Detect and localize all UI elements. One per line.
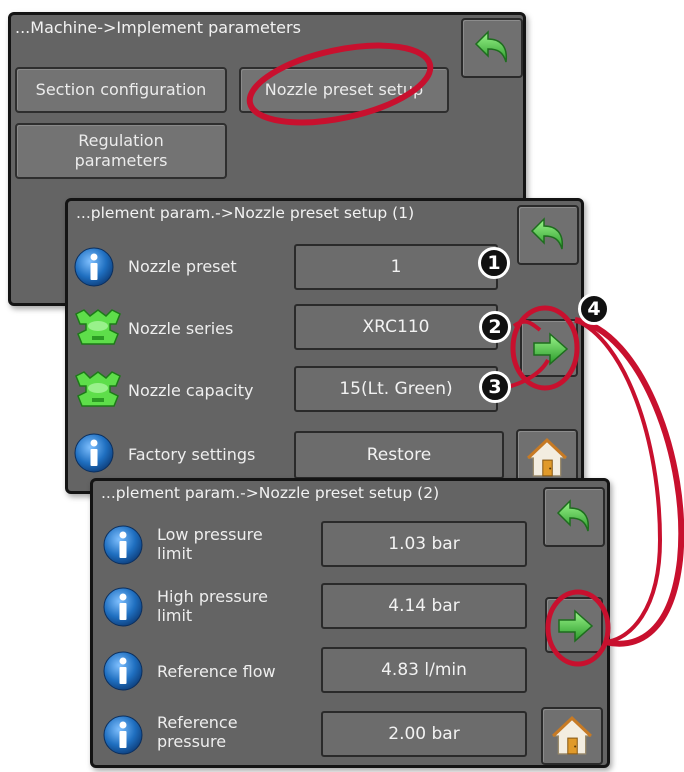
right-arrow-icon <box>555 606 595 646</box>
callout-badge-1: 1 <box>478 247 510 279</box>
nozzle-preset-setup-1-panel: ...plement param.->Nozzle preset setup (… <box>65 198 584 494</box>
panel-title: ...plement param.->Nozzle preset setup (… <box>76 204 415 222</box>
nozzle-icon <box>70 370 126 410</box>
back-button[interactable] <box>461 18 523 78</box>
callout-badge-2: 2 <box>479 311 511 343</box>
low-pressure-limit-field[interactable]: 1.03 bar <box>321 521 527 567</box>
info-icon <box>74 247 114 287</box>
row-label: Factory settings <box>128 445 256 464</box>
callout-badge-4: 4 <box>578 293 610 325</box>
right-arrow-icon <box>530 329 570 369</box>
back-button[interactable] <box>517 205 579 265</box>
row-label: Nozzle series <box>128 319 234 338</box>
row-label: Nozzle preset <box>128 257 237 276</box>
panel-title: ...Machine->Implement parameters <box>15 18 301 37</box>
reference-pressure-field[interactable]: 2.00 bar <box>321 711 527 757</box>
home-button[interactable] <box>541 707 603 765</box>
home-icon <box>551 715 593 757</box>
back-arrow-icon <box>528 215 568 255</box>
reference-flow-field[interactable]: 4.83 l/min <box>321 647 527 693</box>
nozzle-preset-setup-button[interactable]: Nozzle preset setup <box>239 67 449 113</box>
row-label: Reference pressure <box>157 713 238 751</box>
nozzle-icon <box>70 308 126 348</box>
nozzle-preset-setup-2-panel: ...plement param.->Nozzle preset setup (… <box>90 478 610 768</box>
info-icon <box>103 715 143 755</box>
high-pressure-limit-field[interactable]: 4.14 bar <box>321 583 527 629</box>
panel-title: ...plement param.->Nozzle preset setup (… <box>101 484 440 502</box>
factory-settings-restore-button[interactable]: Restore <box>294 431 504 479</box>
nozzle-series-field[interactable]: XRC110 <box>294 304 498 350</box>
home-icon <box>526 437 568 479</box>
back-arrow-icon <box>554 497 594 537</box>
next-page-button[interactable] <box>545 597 603 653</box>
row-label: Reference flow <box>157 662 276 681</box>
info-icon <box>103 587 143 627</box>
section-configuration-button[interactable]: Section configuration <box>15 67 227 113</box>
info-icon <box>74 433 114 473</box>
back-arrow-icon <box>472 28 512 68</box>
row-label: Low pressure limit <box>157 525 263 563</box>
regulation-parameters-button[interactable]: Regulation parameters <box>15 123 227 179</box>
row-label: High pressure limit <box>157 587 268 625</box>
nozzle-preset-field[interactable]: 1 <box>294 244 498 290</box>
nozzle-capacity-field[interactable]: 15(Lt. Green) <box>294 366 498 412</box>
back-button[interactable] <box>543 487 605 547</box>
info-icon <box>103 525 143 565</box>
callout-badge-3: 3 <box>479 371 511 403</box>
row-label: Nozzle capacity <box>128 381 254 400</box>
info-icon <box>103 651 143 691</box>
next-page-button[interactable] <box>520 319 578 377</box>
